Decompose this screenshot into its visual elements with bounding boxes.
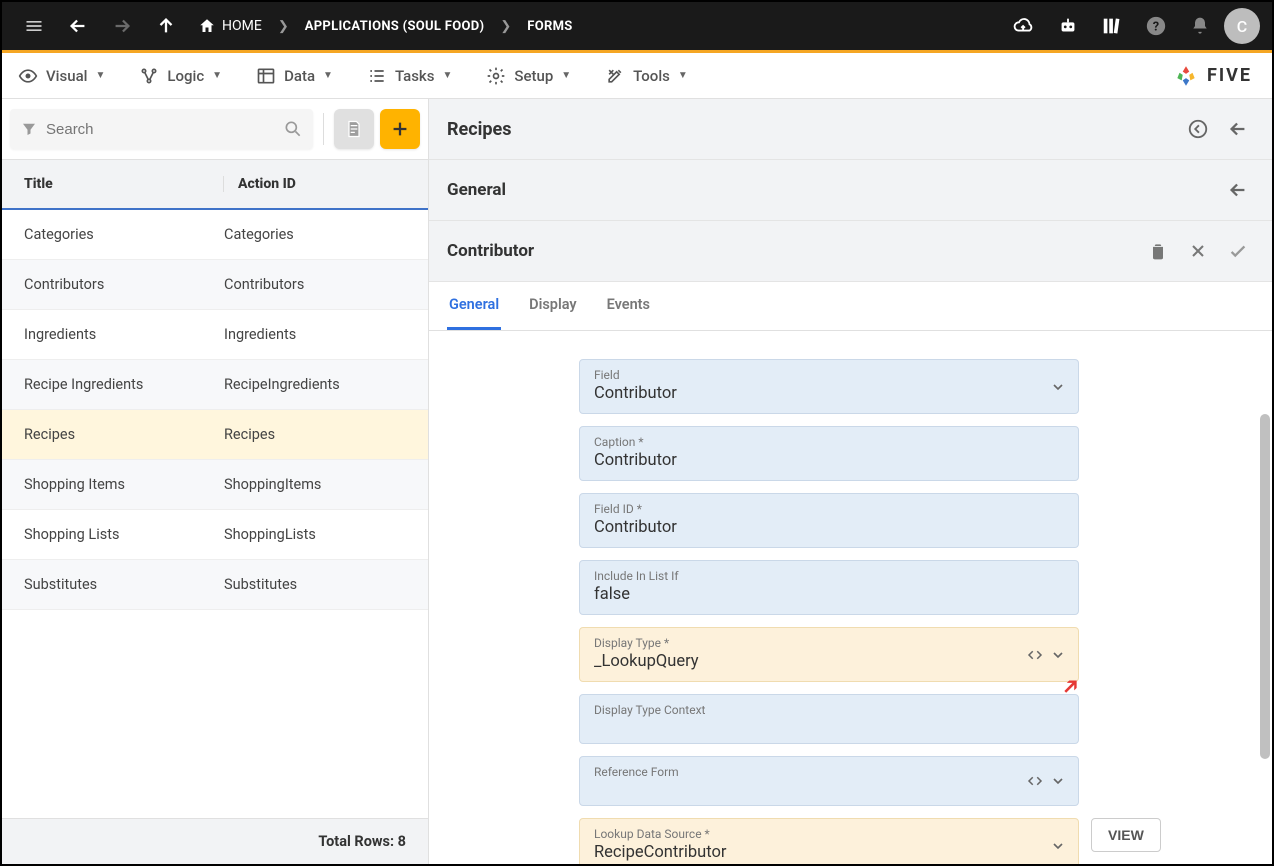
list-row[interactable]: CategoriesCategories: [2, 210, 428, 260]
list-row[interactable]: RecipesRecipes: [2, 410, 428, 460]
col-title[interactable]: Title: [24, 176, 224, 192]
field-field-id[interactable]: Field ID * Contributor: [579, 493, 1079, 548]
menu-data[interactable]: Data▼: [256, 66, 333, 86]
library-icon[interactable]: [1092, 6, 1132, 46]
code-icon[interactable]: [1026, 772, 1044, 790]
list-row[interactable]: Recipe IngredientsRecipeIngredients: [2, 360, 428, 410]
list-row[interactable]: SubstitutesSubstitutes: [2, 560, 428, 610]
view-button[interactable]: VIEW: [1091, 818, 1161, 852]
robot-icon[interactable]: [1048, 6, 1088, 46]
bell-icon[interactable]: [1180, 6, 1220, 46]
avatar[interactable]: C: [1224, 8, 1260, 44]
svg-text:?: ?: [1153, 20, 1159, 35]
list-row[interactable]: IngredientsIngredients: [2, 310, 428, 360]
tab-general[interactable]: General: [447, 282, 501, 330]
scrollbar[interactable]: [1260, 414, 1270, 759]
menu-bar: Visual▼ Logic▼ Data▼ Tasks▼ Setup▼ Tools…: [2, 53, 1272, 99]
help-icon[interactable]: ?: [1136, 6, 1176, 46]
chevron-down-icon[interactable]: [1050, 773, 1066, 789]
right-panel: Recipes General Contributor General Disp…: [429, 99, 1272, 864]
topbar-left: HOME ❯ APPLICATIONS (SOUL FOOD) ❯ FORMS: [14, 6, 573, 46]
search-bar: [2, 99, 428, 160]
tab-display[interactable]: Display: [527, 282, 578, 330]
list-row[interactable]: Shopping ItemsShoppingItems: [2, 460, 428, 510]
panel-recipes: Recipes: [429, 99, 1272, 160]
list-header: Title Action ID: [2, 160, 428, 210]
document-button[interactable]: [334, 109, 374, 149]
field-display-type[interactable]: Display Type * _LookupQuery ➔: [579, 627, 1079, 682]
filter-icon: [20, 120, 38, 138]
tab-events[interactable]: Events: [605, 282, 652, 330]
list-row[interactable]: Shopping ListsShoppingLists: [2, 510, 428, 560]
panel-general: General: [429, 160, 1272, 221]
search-box[interactable]: [10, 109, 313, 149]
chevron-right-icon: ❯: [268, 19, 299, 34]
menu-tasks[interactable]: Tasks▼: [367, 66, 452, 86]
menu-logic[interactable]: Logic▼: [139, 66, 222, 86]
field-reference-form[interactable]: Reference Form: [579, 756, 1079, 806]
list-body: CategoriesCategories ContributorsContrib…: [2, 210, 428, 818]
divider: [323, 113, 324, 145]
breadcrumb-applications[interactable]: APPLICATIONS (SOUL FOOD): [305, 19, 485, 34]
back-icon[interactable]: [58, 6, 98, 46]
breadcrumb-home[interactable]: HOME: [198, 17, 262, 35]
chevron-right-icon: ❯: [490, 19, 521, 34]
cloud-sync-icon[interactable]: [1004, 6, 1044, 46]
check-icon[interactable]: [1222, 235, 1254, 267]
chevron-down-icon[interactable]: [1050, 647, 1066, 663]
left-panel: Title Action ID CategoriesCategories Con…: [2, 99, 429, 864]
topbar-right: ? C: [1004, 6, 1260, 46]
breadcrumb: HOME ❯ APPLICATIONS (SOUL FOOD) ❯ FORMS: [198, 17, 573, 35]
tabs: General Display Events: [429, 282, 1272, 331]
panel-title: General: [447, 180, 506, 200]
menu-icon[interactable]: [14, 6, 54, 46]
field-field[interactable]: Field Contributor: [579, 359, 1079, 414]
col-action-id[interactable]: Action ID: [224, 176, 406, 192]
panel-title: Recipes: [447, 119, 512, 140]
search-icon[interactable]: [283, 119, 303, 139]
field-display-type-context[interactable]: Display Type Context: [579, 694, 1079, 744]
delete-icon[interactable]: [1142, 235, 1174, 267]
search-input[interactable]: [46, 121, 283, 138]
menu-tools[interactable]: Tools▼: [605, 66, 688, 86]
brand-logo: FIVE: [1173, 63, 1252, 89]
arrow-left-icon[interactable]: [1222, 113, 1254, 145]
panel-title: Contributor: [447, 241, 534, 261]
forward-icon: [102, 6, 142, 46]
chevron-down-icon[interactable]: [1050, 379, 1066, 395]
code-icon[interactable]: [1026, 646, 1044, 664]
close-icon[interactable]: [1182, 235, 1214, 267]
list-row[interactable]: ContributorsContributors: [2, 260, 428, 310]
field-include-in-list[interactable]: Include In List If false: [579, 560, 1079, 615]
chevron-down-icon[interactable]: [1050, 838, 1066, 854]
list-footer: Total Rows: 8: [2, 818, 428, 864]
breadcrumb-forms[interactable]: FORMS: [527, 19, 572, 34]
arrow-left-icon[interactable]: [1222, 174, 1254, 206]
top-bar: HOME ❯ APPLICATIONS (SOUL FOOD) ❯ FORMS …: [2, 2, 1272, 53]
add-button[interactable]: [380, 109, 420, 149]
back-circle-icon[interactable]: [1182, 113, 1214, 145]
form-area: Field Contributor Caption * Contributor …: [429, 331, 1272, 864]
annotation-arrow: ➔: [1055, 862, 1086, 864]
field-caption[interactable]: Caption * Contributor: [579, 426, 1079, 481]
menu-visual[interactable]: Visual▼: [18, 66, 105, 86]
field-lookup-data-source[interactable]: Lookup Data Source * RecipeContributor ➔: [579, 818, 1079, 864]
up-icon[interactable]: [146, 6, 186, 46]
breadcrumb-home-label: HOME: [222, 18, 262, 34]
panel-contributor: Contributor: [429, 221, 1272, 282]
main: Title Action ID CategoriesCategories Con…: [2, 99, 1272, 864]
menu-setup[interactable]: Setup▼: [486, 66, 571, 86]
